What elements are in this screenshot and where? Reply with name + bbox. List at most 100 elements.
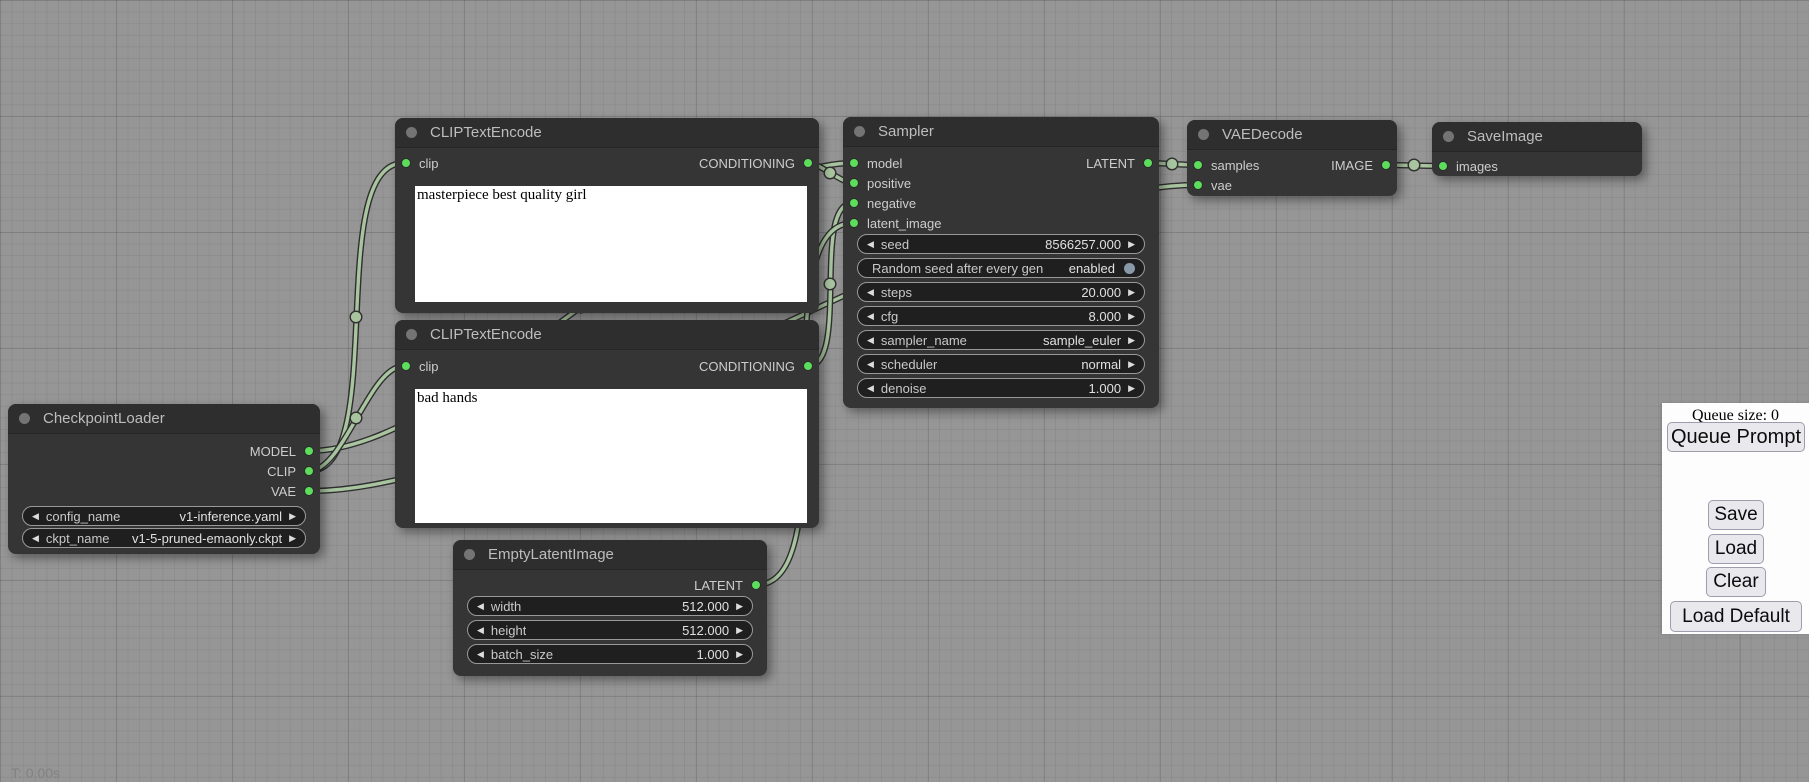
clear-button[interactable]: Clear — [1706, 567, 1766, 597]
collapse-dot-icon[interactable] — [1443, 131, 1454, 142]
increment-arrow-icon[interactable]: ▶ — [289, 507, 296, 525]
increment-arrow-icon[interactable]: ▶ — [736, 597, 743, 615]
prompt-text-area[interactable]: bad hands — [415, 389, 807, 523]
decrement-arrow-icon[interactable]: ◀ — [32, 507, 39, 525]
widget-ckpt-name[interactable]: ◀ ckpt_name v1-5-pruned-emaonly.ckpt ▶ — [22, 528, 306, 548]
decrement-arrow-icon[interactable]: ◀ — [867, 283, 874, 301]
node-checkpoint-loader[interactable]: CheckpointLoader MODEL CLIP VAE ◀ config… — [8, 404, 320, 554]
output-slot-conditioning[interactable]: CONDITIONING — [699, 357, 813, 375]
decrement-arrow-icon[interactable]: ◀ — [867, 307, 874, 325]
widget-random-seed-toggle[interactable]: Random seed after every gen enabled — [857, 258, 1145, 278]
output-slot-model[interactable]: MODEL — [250, 442, 314, 460]
slot-dot-icon[interactable] — [401, 361, 411, 371]
slot-dot-icon[interactable] — [849, 178, 859, 188]
increment-arrow-icon[interactable]: ▶ — [1128, 283, 1135, 301]
node-title-bar[interactable]: CLIPTextEncode — [395, 118, 819, 148]
input-slot-latent-image[interactable]: latent_image — [849, 214, 941, 232]
widget-config-name[interactable]: ◀ config_name v1-inference.yaml ▶ — [22, 506, 306, 526]
input-slot-clip[interactable]: clip — [401, 357, 439, 375]
slot-dot-icon[interactable] — [1143, 158, 1153, 168]
input-slot-vae[interactable]: vae — [1193, 176, 1232, 194]
slot-dot-icon[interactable] — [304, 486, 314, 496]
decrement-arrow-icon[interactable]: ◀ — [867, 235, 874, 253]
input-slot-positive[interactable]: positive — [849, 174, 911, 192]
slot-dot-icon[interactable] — [1381, 160, 1391, 170]
decrement-arrow-icon[interactable]: ◀ — [477, 645, 484, 663]
output-slot-conditioning[interactable]: CONDITIONING — [699, 154, 813, 172]
output-slot-clip[interactable]: CLIP — [267, 462, 314, 480]
input-slot-model[interactable]: model — [849, 154, 902, 172]
increment-arrow-icon[interactable]: ▶ — [736, 621, 743, 639]
widget-steps[interactable]: ◀ steps 20.000 ▶ — [857, 282, 1145, 302]
node-title-bar[interactable]: CLIPTextEncode — [395, 320, 819, 350]
widget-sampler-name[interactable]: ◀ sampler_name sample_euler ▶ — [857, 330, 1145, 350]
collapse-dot-icon[interactable] — [19, 413, 30, 424]
slot-dot-icon[interactable] — [803, 158, 813, 168]
decrement-arrow-icon[interactable]: ◀ — [867, 331, 874, 349]
output-slot-latent[interactable]: LATENT — [694, 576, 761, 594]
node-title: CLIPTextEncode — [430, 326, 542, 343]
collapse-dot-icon[interactable] — [464, 549, 475, 560]
output-slot-latent[interactable]: LATENT — [1086, 154, 1153, 172]
slot-label: clip — [419, 156, 439, 171]
slot-dot-icon[interactable] — [304, 466, 314, 476]
node-empty-latent-image[interactable]: EmptyLatentImage LATENT ◀ width 512.000 … — [453, 540, 767, 676]
decrement-arrow-icon[interactable]: ◀ — [477, 621, 484, 639]
widget-height[interactable]: ◀ height 512.000 ▶ — [467, 620, 753, 640]
graph-canvas[interactable]: T: 0.00s — [0, 0, 1809, 782]
node-save-image[interactable]: SaveImage images — [1432, 122, 1642, 176]
widget-batch-size[interactable]: ◀ batch_size 1.000 ▶ — [467, 644, 753, 664]
widget-width[interactable]: ◀ width 512.000 ▶ — [467, 596, 753, 616]
output-slot-vae[interactable]: VAE — [271, 482, 314, 500]
node-title-bar[interactable]: EmptyLatentImage — [453, 540, 767, 570]
decrement-arrow-icon[interactable]: ◀ — [477, 597, 484, 615]
widget-scheduler[interactable]: ◀ scheduler normal ▶ — [857, 354, 1145, 374]
toggle-on-icon[interactable] — [1124, 263, 1135, 274]
queue-prompt-button[interactable]: Queue Prompt — [1667, 422, 1805, 452]
output-slot-image[interactable]: IMAGE — [1331, 156, 1391, 174]
input-slot-images[interactable]: images — [1438, 157, 1498, 175]
node-clip-text-encode-negative[interactable]: CLIPTextEncode clip CONDITIONING bad han… — [395, 320, 819, 528]
slot-dot-icon[interactable] — [803, 361, 813, 371]
node-sampler[interactable]: Sampler model positive negative latent_i… — [843, 117, 1159, 408]
node-title-bar[interactable]: SaveImage — [1432, 122, 1642, 152]
increment-arrow-icon[interactable]: ▶ — [289, 529, 296, 547]
widget-seed[interactable]: ◀ seed 8566257.000 ▶ — [857, 234, 1145, 254]
increment-arrow-icon[interactable]: ▶ — [1128, 307, 1135, 325]
slot-dot-icon[interactable] — [1193, 160, 1203, 170]
collapse-dot-icon[interactable] — [854, 126, 865, 137]
decrement-arrow-icon[interactable]: ◀ — [867, 379, 874, 397]
load-default-button[interactable]: Load Default — [1670, 601, 1802, 632]
widget-denoise[interactable]: ◀ denoise 1.000 ▶ — [857, 378, 1145, 398]
collapse-dot-icon[interactable] — [406, 329, 417, 340]
prompt-text-area[interactable]: masterpiece best quality girl — [415, 186, 807, 302]
collapse-dot-icon[interactable] — [406, 127, 417, 138]
input-slot-negative[interactable]: negative — [849, 194, 916, 212]
save-button[interactable]: Save — [1708, 500, 1764, 530]
node-clip-text-encode-positive[interactable]: CLIPTextEncode clip CONDITIONING masterp… — [395, 118, 819, 313]
input-slot-clip[interactable]: clip — [401, 154, 439, 172]
increment-arrow-icon[interactable]: ▶ — [1128, 235, 1135, 253]
increment-arrow-icon[interactable]: ▶ — [1128, 331, 1135, 349]
slot-dot-icon[interactable] — [304, 446, 314, 456]
increment-arrow-icon[interactable]: ▶ — [736, 645, 743, 663]
slot-dot-icon[interactable] — [751, 580, 761, 590]
load-button[interactable]: Load — [1708, 534, 1764, 564]
slot-dot-icon[interactable] — [849, 218, 859, 228]
collapse-dot-icon[interactable] — [1198, 129, 1209, 140]
input-slot-samples[interactable]: samples — [1193, 156, 1259, 174]
increment-arrow-icon[interactable]: ▶ — [1128, 355, 1135, 373]
node-title-bar[interactable]: CheckpointLoader — [8, 404, 320, 434]
slot-dot-icon[interactable] — [401, 158, 411, 168]
slot-dot-icon[interactable] — [849, 198, 859, 208]
decrement-arrow-icon[interactable]: ◀ — [867, 355, 874, 373]
widget-cfg[interactable]: ◀ cfg 8.000 ▶ — [857, 306, 1145, 326]
slot-dot-icon[interactable] — [1193, 180, 1203, 190]
decrement-arrow-icon[interactable]: ◀ — [32, 529, 39, 547]
slot-dot-icon[interactable] — [849, 158, 859, 168]
node-title-bar[interactable]: VAEDecode — [1187, 120, 1397, 150]
node-title-bar[interactable]: Sampler — [843, 117, 1159, 147]
increment-arrow-icon[interactable]: ▶ — [1128, 379, 1135, 397]
node-vae-decode[interactable]: VAEDecode samples vae IMAGE — [1187, 120, 1397, 196]
slot-dot-icon[interactable] — [1438, 161, 1448, 171]
